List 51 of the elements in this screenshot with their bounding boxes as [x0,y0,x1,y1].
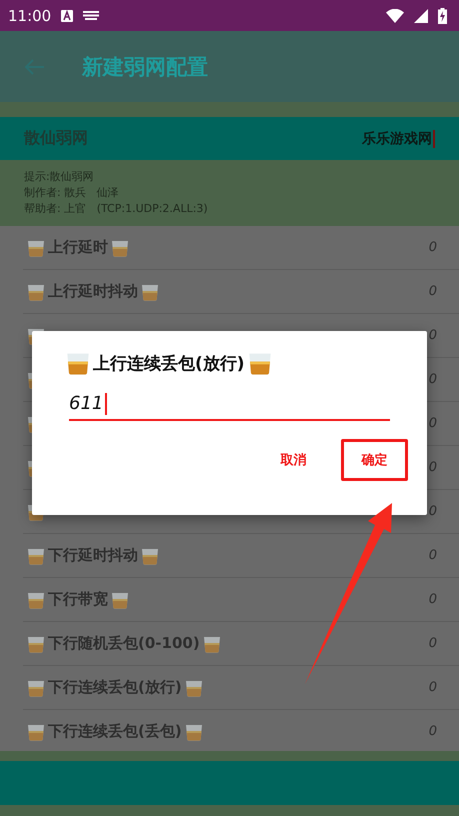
row-label: 下行带宽 [48,590,108,609]
screen-title: 新建弱网配置 [82,54,208,80]
whisky-glass-icon [111,238,129,256]
row-value: 0 [428,328,437,343]
keyboard-icon [83,11,100,20]
row-value: 0 [428,548,437,563]
row-value: 0 [428,504,437,519]
whisky-glass-icon [141,282,159,300]
bottom-bar[interactable] [0,761,459,805]
whisky-glass-icon [27,634,45,652]
row-value: 0 [428,460,437,475]
font-app-icon [61,10,74,22]
whisky-glass-icon [184,722,203,740]
signal-icon [414,8,428,22]
row-value: 0 [428,724,437,739]
whisky-glass-icon [202,634,221,652]
clock-time: 11:00 [8,6,52,24]
row-label: 上行延时抖动 [48,282,138,301]
row-label: 下行延时抖动 [48,546,138,565]
row-label: 下行连续丢包(放行) [48,678,182,697]
whisky-glass-icon [66,351,90,375]
whisky-glass-icon [111,590,129,608]
whisky-glass-icon [27,722,45,740]
whisky-glass-icon [27,678,45,696]
dialog-title: 上行连续丢包(放行) [93,352,245,374]
dialog-button[interactable]: 确定 [341,439,408,481]
row-label: 上行延时 [48,238,108,257]
whisky-glass-icon [141,546,159,564]
whisky-glass-icon [27,590,45,608]
profile-value-field[interactable]: 乐乐游戏网 [362,130,435,148]
input-field[interactable]: 611 [69,388,390,421]
row-value: 0 [428,416,437,431]
row-value: 0 [428,680,437,695]
whisky-glass-icon [27,546,45,564]
dialog-button[interactable]: 取消 [260,439,327,481]
row-value: 0 [428,592,437,607]
whisky-glass-icon [27,238,45,256]
row-label: 下行随机丢包(0-100) [48,634,200,653]
info-line: 制作者: 散兵 仙泽 [24,185,120,200]
info-line: 提示:散仙弱网 [24,169,95,184]
whisky-glass-icon [248,351,272,375]
battery-charging-icon [438,8,447,24]
row-value: 0 [428,240,437,255]
wifi-icon [386,8,404,22]
whisky-glass-icon [27,282,45,300]
row-value: 0 [428,284,437,299]
row-value: 0 [428,372,437,387]
row-value: 0 [428,636,437,651]
row-label: 下行连续丢包(丢包) [48,722,182,741]
whisky-glass-icon [184,678,203,696]
info-line: 帮助者: 上官 (TCP:1.UDP:2.ALL:3) [24,201,209,216]
